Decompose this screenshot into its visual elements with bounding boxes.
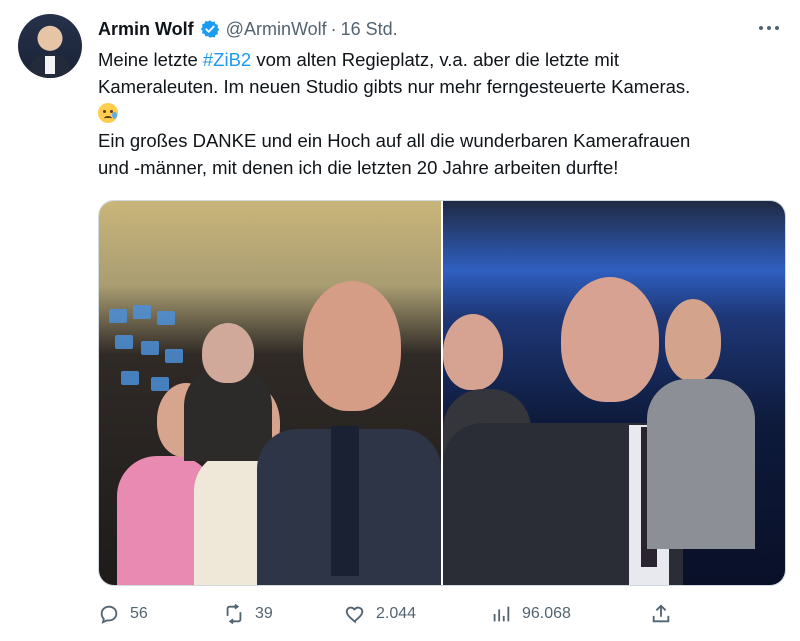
author-handle[interactable]: @ArminWolf: [226, 19, 327, 40]
retweet-count: 39: [255, 605, 273, 622]
like-count: 2.044: [376, 605, 417, 622]
share-button[interactable]: [650, 598, 672, 630]
tweet-time[interactable]: 16 Std.: [341, 19, 398, 40]
tweet-line-1: Meine letzte #ZiB2 vom alten Regieplatz,…: [98, 46, 788, 73]
photo-studio-selfie[interactable]: [443, 201, 785, 585]
reply-button[interactable]: 56: [98, 598, 148, 630]
verified-badge-icon: [200, 20, 219, 38]
separator-dot: ·: [330, 18, 337, 39]
tweet-line-4: und -männer, mit denen ich die letzten 2…: [98, 157, 619, 178]
views-count: 96.068: [522, 605, 571, 622]
tweet-header: Armin Wolf @ArminWolf · 16 Std.: [98, 18, 398, 40]
author-avatar[interactable]: [18, 14, 82, 78]
tweet-actions: 56 39 2.044 96.068: [98, 598, 698, 630]
tweet-text: Meine letzte #ZiB2 vom alten Regieplatz,…: [98, 46, 788, 181]
tweet-line-3: Ein großes DANKE und ein Hoch auf all di…: [98, 130, 691, 151]
tweet-text-part-2: vom alten Regieplatz, v.a. aber die letz…: [251, 49, 619, 70]
views-button[interactable]: 96.068: [490, 598, 571, 630]
tweet-text-part-1: Meine letzte: [98, 49, 203, 70]
retweet-button[interactable]: 39: [223, 598, 273, 630]
views-icon: [493, 606, 510, 622]
tweet-line-2: Kameraleuten. Im neuen Studio gibts nur …: [98, 76, 691, 97]
avatar-collar: [45, 56, 55, 74]
share-icon: [652, 604, 670, 623]
tweet-media[interactable]: [98, 200, 786, 586]
retweet-icon: [226, 603, 242, 625]
tweet-emoji-line: [98, 100, 788, 127]
crying-face-icon: [98, 103, 118, 123]
like-icon: [345, 606, 364, 624]
hashtag-link[interactable]: #ZiB2: [203, 49, 251, 70]
reply-icon: [100, 605, 118, 624]
reply-count: 56: [130, 605, 148, 622]
author-name[interactable]: Armin Wolf: [98, 19, 194, 40]
like-button[interactable]: 2.044: [344, 598, 416, 630]
more-icon[interactable]: [756, 18, 782, 38]
photo-control-room-selfie[interactable]: [99, 201, 443, 585]
